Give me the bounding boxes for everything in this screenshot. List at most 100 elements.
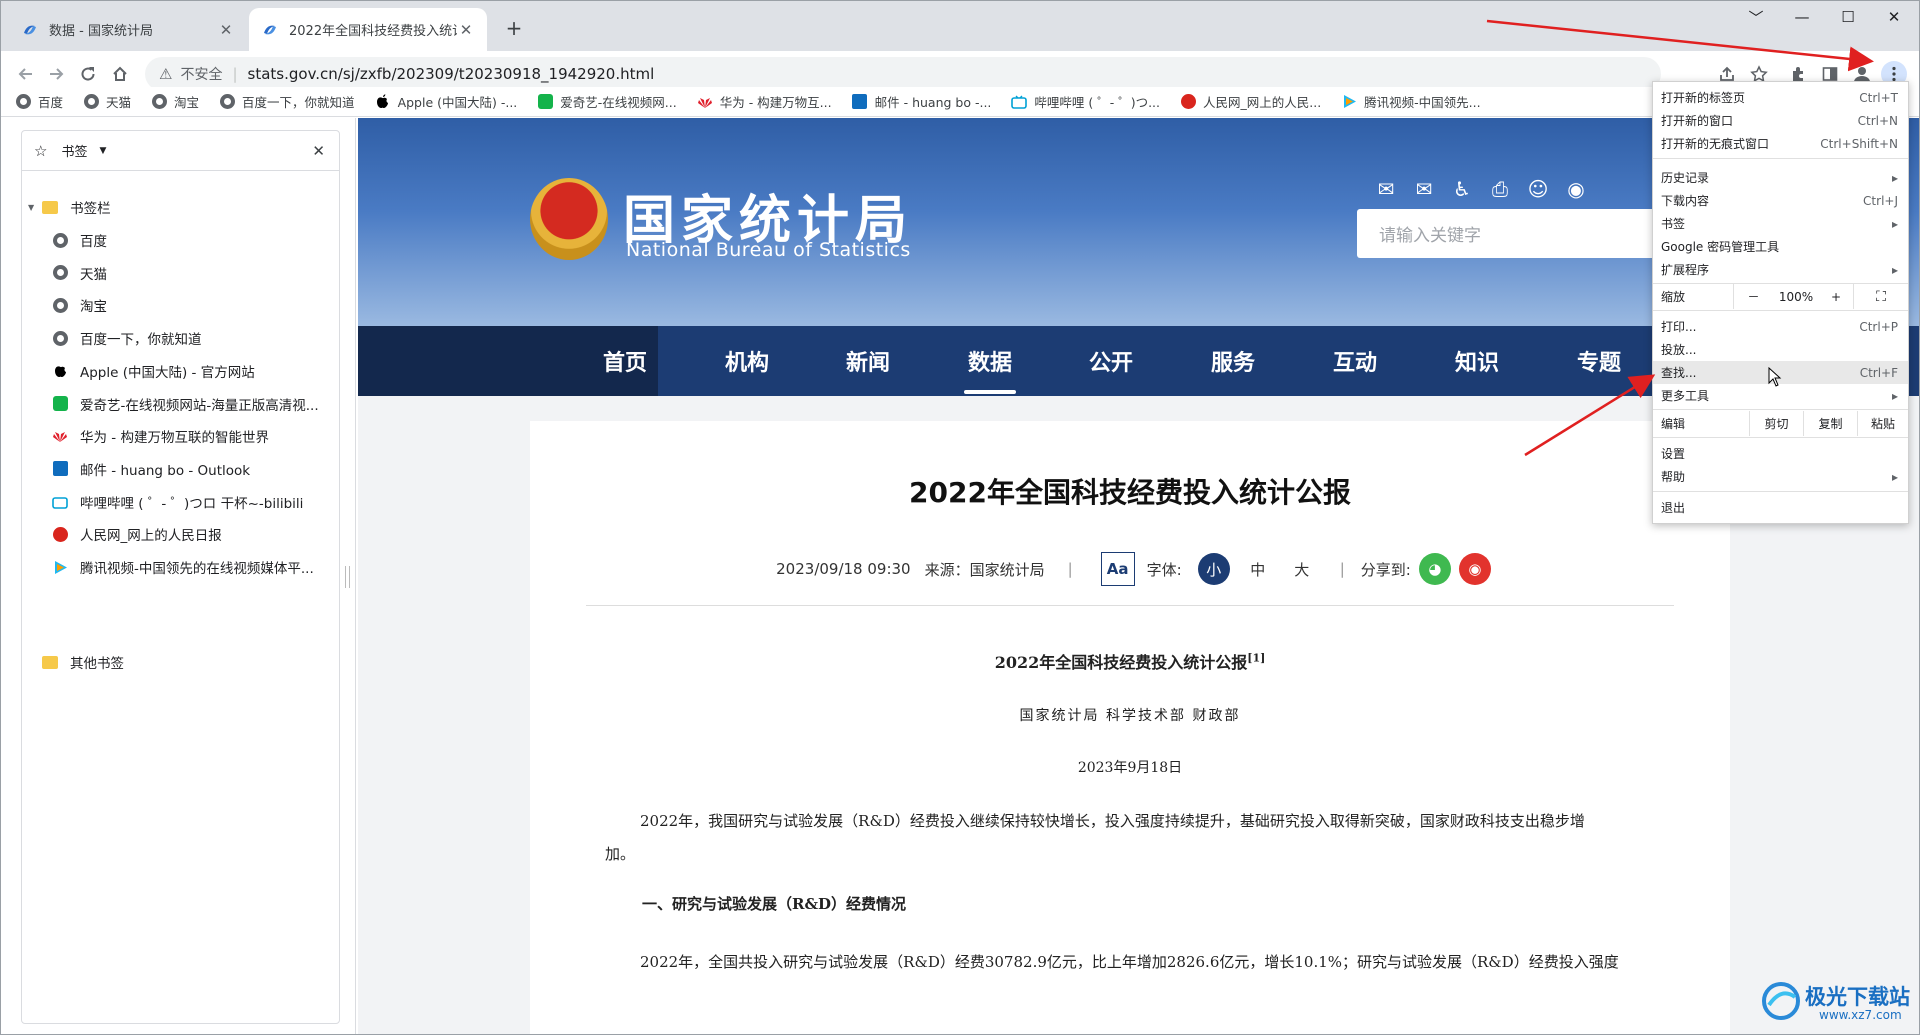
tab-article[interactable]: 2022年全国科技经费投入统计公 ✕ (249, 8, 487, 51)
dropdown-arrow-icon[interactable]: ▼ (99, 146, 106, 156)
menu-downloads[interactable]: 下载内容 Ctrl+J (1653, 189, 1908, 212)
bookmark-outlook[interactable]: 邮件 - huang bo -... (852, 92, 991, 111)
bookmark-tencent-video[interactable]: 腾讯视频-中国领先... (1341, 92, 1481, 111)
fullscreen-icon[interactable]: ⛶ (1853, 284, 1908, 309)
nav-service[interactable]: 服务 (1211, 326, 1255, 396)
menu-bookmarks[interactable]: 书签 ▸ (1653, 212, 1908, 235)
nav-interact[interactable]: 互动 (1333, 326, 1377, 396)
menu-new-tab[interactable]: 打开新的标签页 Ctrl+T (1653, 86, 1908, 109)
site-search-input[interactable]: 请输入关键字 (1357, 209, 1667, 258)
tab-close-icon[interactable]: ✕ (457, 21, 475, 39)
nav-data[interactable]: 数据 (968, 326, 1012, 396)
menu-settings[interactable]: 设置 (1653, 442, 1908, 465)
nav-topics[interactable]: 专题 (1577, 326, 1621, 396)
side-bookmark-item[interactable]: 华为 - 构建万物互联的智能世界 (52, 421, 269, 451)
menu-label: 打开新的标签页 (1661, 91, 1746, 105)
bookmark-bilibili[interactable]: 哔哩哔哩 ( ゜- ゜)つ... (1011, 92, 1160, 111)
weibo-share-icon[interactable]: ◉ (1458, 553, 1491, 585)
forward-icon[interactable] (41, 59, 71, 89)
bookmark-taobao[interactable]: 淘宝 (151, 92, 199, 111)
weibo-icon[interactable]: ◉ (1563, 176, 1589, 202)
folder-other-bookmarks[interactable]: 其他书签 (42, 647, 124, 677)
side-panel-title[interactable]: 书签 (61, 141, 87, 160)
insecure-label[interactable]: 不安全 (180, 64, 222, 84)
font-large-button[interactable]: 大 (1286, 553, 1318, 585)
menu-help[interactable]: 帮助 ▸ (1653, 465, 1908, 488)
wechat-share-icon[interactable]: ◕ (1418, 553, 1451, 585)
bookmark-huawei[interactable]: 华为 - 构建万物互... (697, 92, 832, 111)
maximize-button[interactable]: ☐ (1825, 1, 1871, 33)
side-bookmark-item[interactable]: 百度 (52, 225, 107, 255)
close-window-button[interactable]: ✕ (1871, 1, 1917, 33)
side-bookmark-item[interactable]: 人民网_网上的人民日报 (52, 519, 222, 549)
folder-bookmarks-bar[interactable]: ▼ 书签栏 (28, 192, 111, 222)
bookmark-label: 人民网_网上的人民... (1203, 95, 1322, 110)
accessibility-icon[interactable]: ♿ (1449, 176, 1475, 202)
font-small-button[interactable]: 小 (1197, 553, 1230, 585)
side-bookmark-label: 淘宝 (80, 299, 107, 316)
side-bookmark-item[interactable]: 淘宝 (52, 290, 107, 320)
side-bookmark-item[interactable]: 邮件 - huang bo - Outlook (52, 454, 250, 484)
nav-public[interactable]: 公开 (1089, 326, 1133, 396)
menu-label: 设置 (1661, 447, 1686, 461)
cut-button[interactable]: 剪切 (1749, 411, 1803, 436)
body-title-text: 2022年全国科技经费投入统计公报 (994, 653, 1248, 672)
menu-more-tools[interactable]: 更多工具 ▸ (1653, 384, 1908, 407)
bookmark-baidu-search[interactable]: 百度一下，你就知道 (219, 92, 355, 111)
bookmark-baidu[interactable]: 百度 (15, 92, 63, 111)
expand-arrow-icon[interactable]: ▼ (28, 203, 34, 212)
menu-exit[interactable]: 退出 (1653, 496, 1908, 519)
side-bookmark-item[interactable]: 百度一下，你就知道 (52, 323, 202, 353)
menu-history[interactable]: 历史记录 ▸ (1653, 166, 1908, 189)
print-icon[interactable]: ⎙ (1487, 176, 1513, 202)
side-bookmark-item[interactable]: 腾讯视频-中国领先的在线视频媒体平... (52, 552, 314, 582)
side-panel-close-icon[interactable]: ✕ (312, 142, 325, 160)
globe-icon (52, 330, 68, 346)
font-medium-button[interactable]: 中 (1242, 553, 1274, 585)
tab-close-icon[interactable]: ✕ (217, 21, 235, 39)
bookmark-people[interactable]: 人民网_网上的人民... (1180, 92, 1321, 111)
nav-news[interactable]: 新闻 (846, 326, 890, 396)
side-bookmark-item[interactable]: 天猫 (52, 258, 107, 288)
robot-icon[interactable]: ☺ (1525, 176, 1551, 202)
globe-icon (83, 94, 99, 109)
reload-icon[interactable] (73, 59, 103, 89)
globe-icon (52, 297, 68, 313)
menu-print[interactable]: 打印... Ctrl+P (1653, 315, 1908, 338)
tab-stats-data[interactable]: 数据 - 国家统计局 ✕ (9, 8, 247, 51)
new-tab-button[interactable]: + (501, 15, 527, 41)
url-text[interactable]: stats.gov.cn/sj/zxfb/202309/t20230918_19… (248, 65, 655, 83)
zoom-out-button[interactable]: － (1733, 284, 1773, 309)
menu-new-window[interactable]: 打开新的窗口 Ctrl+N (1653, 109, 1908, 132)
side-bookmark-item[interactable]: 哔哩哔哩 ( ゜- ゜)つロ 干杯~-bilibili (52, 487, 303, 517)
minimize-button[interactable]: — (1779, 1, 1825, 33)
bookmark-label: 百度一下，你就知道 (242, 95, 355, 110)
copy-button[interactable]: 复制 (1803, 411, 1857, 436)
tab-search-icon[interactable]: ﹀ (1733, 1, 1779, 33)
paste-button[interactable]: 粘贴 (1857, 411, 1908, 436)
mail-alt-icon[interactable]: ✉ (1411, 176, 1437, 202)
menu-extensions[interactable]: 扩展程序 ▸ (1653, 258, 1908, 281)
font-aa-icon[interactable]: Aa (1100, 552, 1135, 586)
resize-handle[interactable] (345, 566, 350, 588)
nav-knowledge[interactable]: 知识 (1455, 326, 1499, 396)
nav-home[interactable]: 首页 (603, 326, 647, 396)
nav-org[interactable]: 机构 (725, 326, 769, 396)
menu-passwords[interactable]: Google 密码管理工具 (1653, 235, 1908, 258)
home-icon[interactable] (105, 59, 135, 89)
stats-favicon-icon (264, 25, 276, 34)
side-bookmark-item[interactable]: Apple (中国大陆) - 官方网站 (52, 356, 255, 386)
bookmark-apple[interactable]: Apple (中国大陆) -... (375, 92, 517, 111)
address-bar[interactable]: ⚠ 不安全 | stats.gov.cn/sj/zxfb/202309/t202… (145, 57, 1661, 91)
back-icon[interactable] (11, 59, 41, 89)
bookmark-tmall[interactable]: 天猫 (83, 92, 131, 111)
zoom-in-button[interactable]: + (1819, 284, 1853, 309)
menu-cast[interactable]: 投放... (1653, 338, 1908, 361)
huawei-icon (697, 94, 713, 110)
side-bookmark-item[interactable]: 爱奇艺-在线视频网站-海量正版高清视... (52, 389, 319, 419)
footnote-link[interactable]: [1] (1247, 652, 1265, 665)
mail-icon[interactable]: ✉ (1373, 176, 1399, 202)
tencent-video-icon (54, 560, 67, 574)
menu-incognito[interactable]: 打开新的无痕式窗口 Ctrl+Shift+N (1653, 132, 1908, 155)
bookmark-iqiyi[interactable]: 爱奇艺-在线视频网... (537, 92, 677, 111)
